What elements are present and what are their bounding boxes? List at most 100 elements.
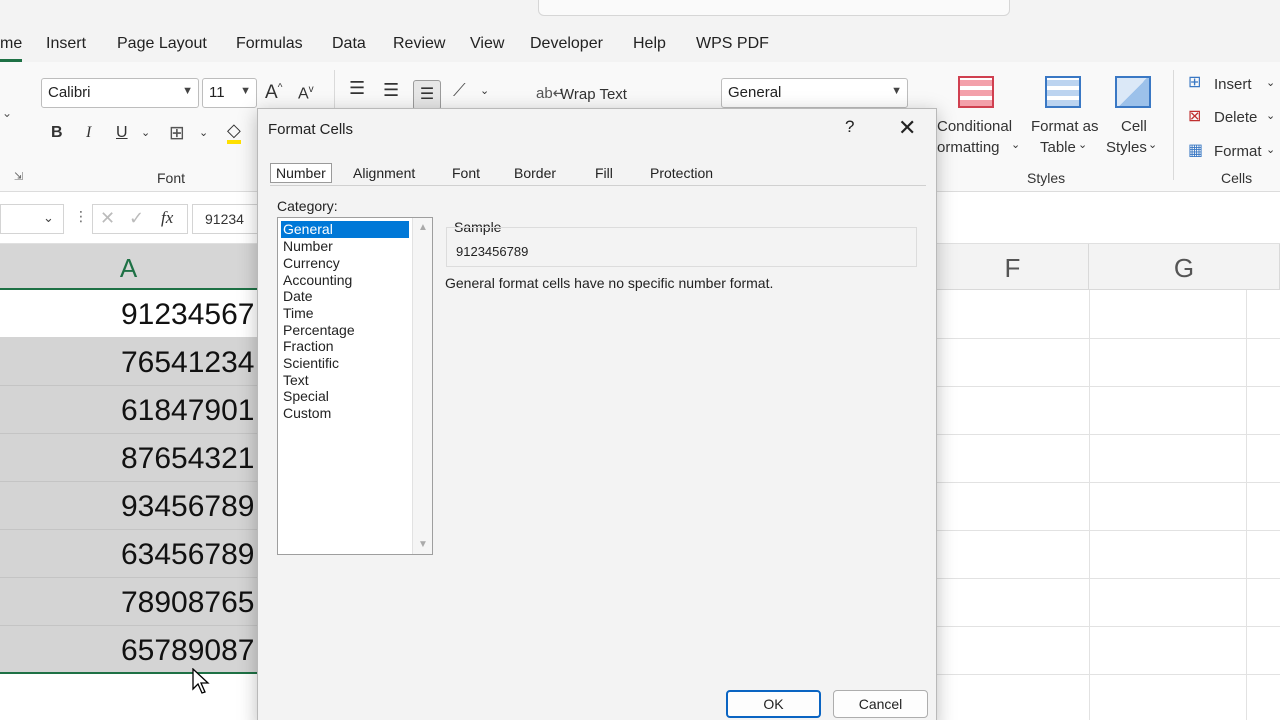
italic-button[interactable]: I [86,124,91,142]
borders-icon[interactable]: ⊞ [169,122,185,145]
underline-button[interactable]: U [116,124,128,142]
format-as-table-label-2[interactable]: Table [1040,139,1076,156]
cell-a3[interactable]: 61847901 [0,386,258,434]
increase-font-size-icon[interactable]: A^ [265,82,282,104]
format-cells-icon[interactable]: ▦ [1188,140,1203,160]
chevron-down-icon: ▼ [182,85,193,97]
cell-a4[interactable]: 87654321 [0,434,258,482]
grid-line [937,482,1280,483]
cell-a2[interactable]: 76541234 [0,338,258,386]
chevron-down-icon[interactable]: ⌄ [1266,76,1275,89]
tab-view[interactable]: View [470,35,504,53]
tab-insert[interactable]: Insert [46,35,86,53]
category-item-special[interactable]: Special [281,388,409,405]
formula-input[interactable]: 91234 [192,204,262,234]
tab-help[interactable]: Help [633,35,666,53]
tab-page-layout[interactable]: Page Layout [117,35,207,53]
align-bottom-icon[interactable]: ☰ [413,80,441,110]
category-list[interactable]: General Number Currency Accounting Date … [277,217,433,555]
tab-home[interactable]: me [0,35,22,53]
conditional-formatting-label-2[interactable]: ormatting [937,139,1000,156]
title-bar [0,0,1280,28]
more-options-icon[interactable]: ⋮ [74,208,88,225]
cancel-button[interactable]: Cancel [833,690,928,718]
tab-data[interactable]: Data [332,35,366,53]
help-button[interactable]: ? [845,117,854,137]
cell-a8[interactable]: 65789087 [0,626,258,674]
tab-border[interactable]: Border [514,165,556,181]
insert-function-icon[interactable]: fx [161,208,173,228]
chevron-down-icon: ⌄ [1148,139,1158,151]
align-middle-icon[interactable]: ☰ [383,80,399,101]
scroll-down-icon[interactable]: ▼ [418,539,428,550]
chevron-down-icon[interactable]: ⌄ [480,84,489,97]
grid-line [937,386,1280,387]
conditional-formatting-label-1[interactable]: Conditional [937,118,1012,135]
format-description: General format cells have no specific nu… [445,275,774,291]
column-header-a[interactable]: A [0,244,258,290]
close-icon[interactable]: ✕ [898,115,916,141]
number-format-select[interactable]: General ▼ [721,78,908,108]
format-as-table-icon[interactable] [1045,76,1081,108]
tab-alignment[interactable]: Alignment [353,165,415,181]
orientation-icon[interactable]: ⟋ [453,80,466,101]
category-item-custom[interactable]: Custom [281,405,409,422]
tab-formulas[interactable]: Formulas [236,35,303,53]
font-size-select[interactable]: 11 ▼ [202,78,257,108]
dialog-launcher-icon[interactable]: ⇲ [14,170,23,183]
wrap-text-button[interactable]: Wrap Text [560,86,627,103]
scroll-up-icon[interactable]: ▲ [418,222,428,233]
cancel-icon[interactable]: ✕ [100,208,115,229]
cell-a1[interactable]: 91234567 [0,290,258,338]
tab-font[interactable]: Font [452,165,480,181]
conditional-formatting-icon[interactable] [958,76,994,108]
chevron-down-icon[interactable]: ⌄ [199,126,208,139]
category-item-number[interactable]: Number [281,238,409,255]
chevron-down-icon[interactable]: ⌄ [1266,109,1275,122]
category-item-percentage[interactable]: Percentage [281,322,409,339]
format-button[interactable]: Format [1214,143,1262,160]
tab-protection[interactable]: Protection [650,165,713,181]
cell-styles-label-2[interactable]: Styles [1106,139,1147,156]
category-item-general[interactable]: General [281,221,409,238]
delete-button[interactable]: Delete [1214,109,1257,126]
column-header-g[interactable]: G [1089,244,1280,290]
category-scrollbar[interactable]: ▲ ▼ [412,218,432,554]
tab-wps-pdf[interactable]: WPS PDF [696,35,769,53]
bold-button[interactable]: B [51,124,63,142]
category-item-accounting[interactable]: Accounting [281,272,409,289]
chevron-down-icon[interactable]: ⌄ [2,106,12,120]
delete-cells-icon[interactable]: ⊠ [1188,106,1201,126]
category-item-scientific[interactable]: Scientific [281,355,409,372]
fill-color-icon[interactable]: ◇ [227,120,241,144]
category-item-text[interactable]: Text [281,372,409,389]
insert-cells-icon[interactable]: ⊞ [1188,72,1201,92]
search-box[interactable] [538,0,1010,16]
column-header-f[interactable]: F [937,244,1089,290]
decrease-font-size-icon[interactable]: Av [298,84,314,103]
insert-button[interactable]: Insert [1214,76,1252,93]
name-box[interactable]: ⌄ [0,204,64,234]
grid-line [937,674,1280,675]
ok-button[interactable]: OK [726,690,821,718]
tab-fill[interactable]: Fill [595,165,613,181]
font-name-select[interactable]: Calibri ▼ [41,78,199,108]
check-icon[interactable]: ✓ [129,208,144,229]
category-item-time[interactable]: Time [281,305,409,322]
cell-styles-icon[interactable] [1115,76,1151,108]
chevron-down-icon[interactable]: ⌄ [141,126,150,139]
tab-number[interactable]: Number [270,163,332,183]
cell-a6[interactable]: 63456789 [0,530,258,578]
category-item-date[interactable]: Date [281,288,409,305]
category-item-currency[interactable]: Currency [281,255,409,272]
tab-review[interactable]: Review [393,35,445,53]
chevron-down-icon[interactable]: ⌄ [1266,143,1275,156]
cell-a7[interactable]: 78908765 [0,578,258,626]
cells-group-label: Cells [1221,170,1253,186]
align-top-icon[interactable]: ☰ [349,78,365,99]
category-item-fraction[interactable]: Fraction [281,338,409,355]
tab-developer[interactable]: Developer [530,35,603,53]
cell-styles-label-1[interactable]: Cell [1121,118,1147,135]
cell-a5[interactable]: 93456789 [0,482,258,530]
format-as-table-label-1[interactable]: Format as [1031,118,1099,135]
